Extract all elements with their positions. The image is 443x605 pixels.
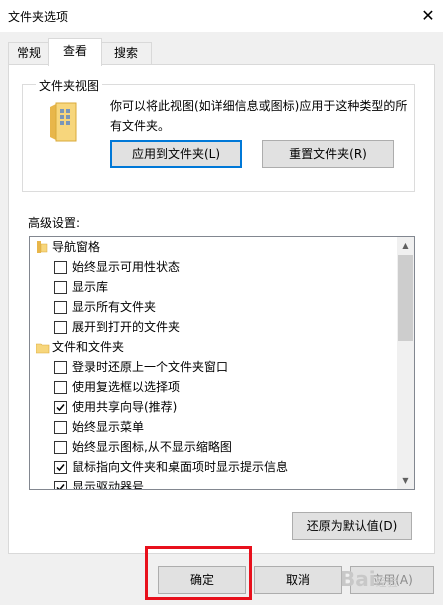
watermark-suffix: 经验 [375, 576, 398, 589]
checkbox-label: 始终显示可用性状态 [72, 260, 181, 274]
vertical-scrollbar[interactable]: ▲ ▼ [397, 237, 414, 489]
checkbox[interactable] [54, 361, 67, 374]
tab-view[interactable]: 查看 [48, 38, 102, 66]
folder-views-description: 你可以将此视图(如详细信息或图标)应用于这种类型的所 有文件夹。 [110, 96, 410, 136]
cancel-button[interactable]: 取消 [254, 566, 342, 594]
checkbox-label: 使用复选框以选择项 [72, 380, 181, 394]
checkbox-label: 显示库 [72, 280, 109, 294]
checkbox-label: 登录时还原上一个文件夹窗口 [72, 360, 229, 374]
checkmark-icon [56, 404, 65, 412]
scroll-down-icon[interactable]: ▼ [397, 472, 414, 489]
category-label: 导航窗格 [52, 240, 101, 254]
checkbox-checked[interactable] [54, 481, 67, 489]
apply-to-folders-button[interactable]: 应用到文件夹(L) [110, 140, 242, 168]
tab-strip: 常规 查看 搜索 [0, 38, 443, 66]
checkbox[interactable] [54, 381, 67, 394]
folder-views-legend: 文件夹视图 [36, 77, 103, 94]
folder-icon [48, 101, 78, 143]
checkmark-icon [56, 484, 65, 489]
scroll-up-icon[interactable]: ▲ [397, 237, 414, 254]
nav-pane-icon [36, 240, 48, 260]
window-title: 文件夹选项 [8, 10, 69, 24]
checkbox[interactable] [54, 281, 67, 294]
close-icon[interactable]: ✕ [413, 0, 443, 32]
checkbox-label: 鼠标指向文件夹和桌面项时显示提示信息 [72, 460, 289, 474]
title-bar: 文件夹选项 ✕ [0, 0, 443, 32]
tab-general[interactable]: 常规 [8, 42, 50, 64]
checkbox[interactable] [54, 301, 67, 314]
checkbox-label: 始终显示图标,从不显示缩略图 [72, 440, 232, 454]
checkbox-label: 始终显示菜单 [72, 420, 145, 434]
scroll-thumb[interactable] [398, 255, 413, 341]
checkbox[interactable] [54, 261, 67, 274]
checkbox[interactable] [54, 421, 67, 434]
checkbox-checked[interactable] [54, 461, 67, 474]
tab-search[interactable]: 搜索 [100, 42, 152, 64]
watermark-text: Bai [340, 567, 376, 591]
folder-icon [35, 340, 50, 360]
watermark: Bai经验 [340, 567, 398, 591]
checkbox-label: 显示驱动器号 [72, 480, 145, 490]
reset-folders-button[interactable]: 重置文件夹(R) [262, 140, 394, 168]
highlight-box [145, 546, 252, 600]
restore-defaults-button[interactable]: 还原为默认值(D) [292, 512, 412, 540]
category-label: 文件和文件夹 [52, 340, 125, 354]
checkbox-checked[interactable] [54, 401, 67, 414]
description-line-1: 你可以将此视图(如详细信息或图标)应用于这种类型的所 [110, 99, 408, 113]
checkbox-label: 展开到打开的文件夹 [72, 320, 181, 334]
checkbox-label: 显示所有文件夹 [72, 300, 157, 314]
description-line-2: 有文件夹。 [110, 119, 171, 133]
checkbox[interactable] [54, 441, 67, 454]
checkbox[interactable] [54, 321, 67, 334]
checkmark-icon [56, 464, 65, 472]
advanced-settings-list[interactable]: 导航窗格 始终显示可用性状态 显示库 显示所有文件夹 展开到打开的文件夹 文件和… [29, 236, 415, 490]
checkbox-label: 使用共享向导(推荐) [72, 400, 178, 414]
advanced-settings-label: 高级设置: [28, 216, 81, 230]
